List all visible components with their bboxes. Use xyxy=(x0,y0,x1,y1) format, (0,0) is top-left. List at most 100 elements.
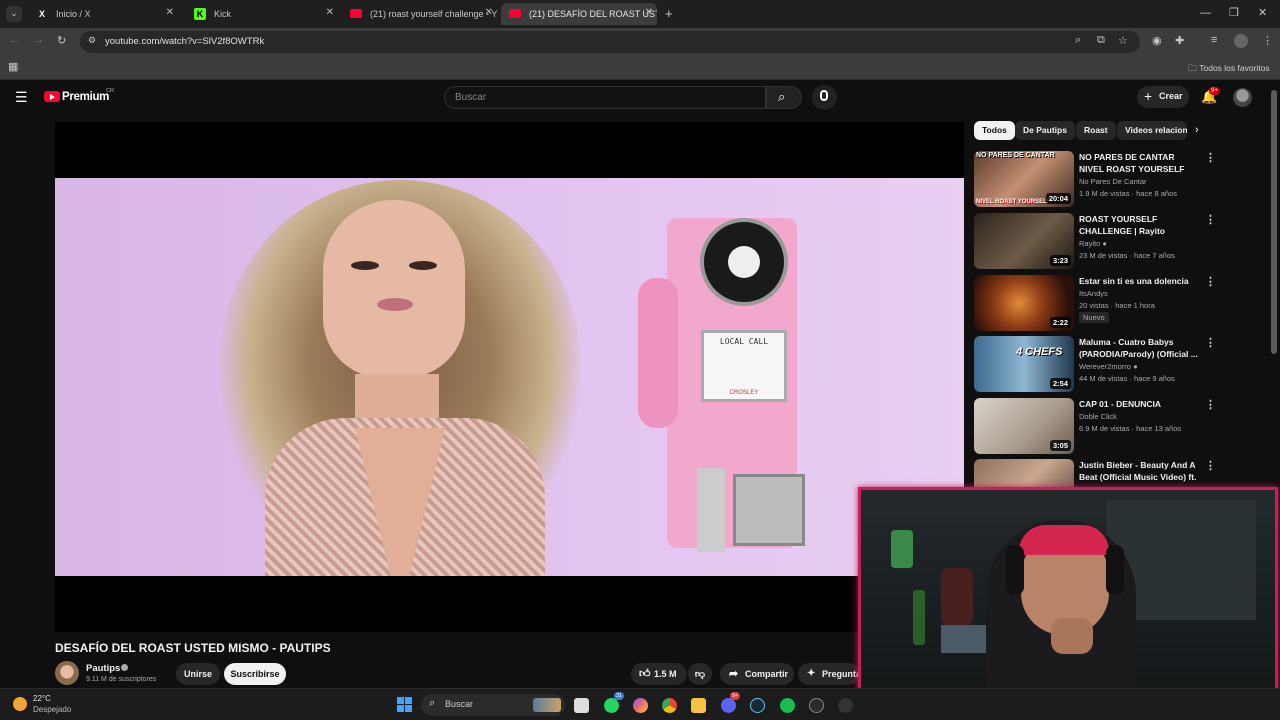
recommendation-item[interactable]: 4 CHEFS 2:54 Maluma - Cuatro Babys (PARO… xyxy=(974,336,1216,394)
steam-icon[interactable] xyxy=(750,698,765,713)
recommendation-item[interactable]: 2:22 Estar sin ti es una dolencia ItsAnd… xyxy=(974,275,1216,333)
page-scrollbar-thumb[interactable] xyxy=(1271,90,1277,354)
apps-grid-icon[interactable]: ▦ xyxy=(8,60,18,73)
restore-icon[interactable]: ❐ xyxy=(1229,6,1239,19)
app-icon[interactable] xyxy=(809,698,824,713)
chevron-right-icon[interactable]: › xyxy=(1195,124,1199,136)
profile-avatar[interactable] xyxy=(1234,34,1248,48)
tab-close-icon[interactable]: ✕ xyxy=(326,7,334,18)
more-options-icon[interactable]: ⋮ xyxy=(1205,213,1216,226)
recommendation-item[interactable]: Justin Bieber - Beauty And A Beat (Offic… xyxy=(974,459,1214,487)
video-thumbnail[interactable]: NO PARES DE CANTAR NIVEL ROAST YOURSELF … xyxy=(974,151,1074,207)
dislike-button[interactable]: 👎︎ xyxy=(688,663,712,685)
tab-desafio-active[interactable]: (21) DESAFÍO DEL ROAST USTE ✕ xyxy=(501,3,657,25)
recommendation-channel[interactable]: Werever2morro ● xyxy=(1079,362,1138,371)
share-button[interactable]: ➦ Compartir xyxy=(720,663,794,685)
recommendation-title[interactable]: NO PARES DE CANTAR NIVEL ROAST YOURSELF … xyxy=(1079,151,1201,175)
account-avatar[interactable] xyxy=(1233,88,1252,107)
recommendation-title[interactable]: ROAST YOURSELF CHALLENGE | Rayito xyxy=(1079,213,1201,237)
video-thumbnail[interactable] xyxy=(974,459,1074,487)
all-bookmarks-folder[interactable]: 🗀 Todos los favoritos xyxy=(1188,61,1270,77)
discord-icon[interactable] xyxy=(721,698,736,713)
premium-logo-text[interactable]: Premium xyxy=(62,91,109,103)
chrome-icon[interactable] xyxy=(662,698,677,713)
phone-handset xyxy=(638,278,678,428)
tab-kick[interactable]: K Kick ✕ xyxy=(186,3,338,25)
recommendation-title[interactable]: Maluma - Cuatro Babys (PARODIA/Parody) (… xyxy=(1079,336,1201,360)
zoom-icon[interactable]: ⌕ xyxy=(1075,34,1081,47)
video-thumbnail[interactable]: 4 CHEFS 2:54 xyxy=(974,336,1074,392)
recommendation-title[interactable]: Justin Bieber - Beauty And A Beat (Offic… xyxy=(1079,459,1201,483)
new-tab-plus-icon[interactable]: + xyxy=(665,6,673,21)
chip-de-pautips[interactable]: De Pautips xyxy=(1015,121,1075,140)
tab-roast-challenge[interactable]: (21) roast yourself challenge - Y ✕ xyxy=(342,3,497,25)
channel-name[interactable]: Pautips xyxy=(86,663,120,674)
recommendation-channel[interactable]: ItsAndys xyxy=(1079,289,1108,298)
video-thumbnail[interactable]: 3:23 xyxy=(974,213,1074,269)
copilot-icon[interactable] xyxy=(633,698,648,713)
create-button[interactable]: + Crear xyxy=(1137,86,1189,108)
youtube-logo-icon[interactable] xyxy=(44,91,60,102)
more-options-icon[interactable]: ⋮ xyxy=(1205,459,1214,472)
recommendation-channel[interactable]: No Pares De Cantar xyxy=(1079,177,1147,186)
ask-label: Pregunta xyxy=(822,669,860,679)
spotify-icon[interactable] xyxy=(780,698,795,713)
recommendation-channel[interactable]: Doble Click xyxy=(1079,412,1117,421)
recommendation-title[interactable]: Estar sin ti es una dolencia xyxy=(1079,275,1201,287)
hamburger-menu-icon[interactable]: ☰ xyxy=(15,89,28,106)
chip-roast[interactable]: Roast xyxy=(1076,121,1116,140)
video-player[interactable]: LOCAL CALL CROSLEY xyxy=(55,122,964,632)
tab-close-icon[interactable]: ✕ xyxy=(645,7,653,18)
app-icon[interactable] xyxy=(838,698,853,713)
search-input[interactable]: Buscar xyxy=(444,86,766,109)
file-explorer-icon[interactable] xyxy=(691,698,706,713)
weather-moon-icon[interactable] xyxy=(13,697,27,711)
recommendation-item[interactable]: 3:23 ROAST YOURSELF CHALLENGE | Rayito R… xyxy=(974,213,1216,271)
recommendation-item[interactable]: NO PARES DE CANTAR NIVEL ROAST YOURSELF … xyxy=(974,151,1216,209)
tab-search-chevron-icon[interactable]: ⌄ xyxy=(6,6,22,22)
install-app-icon[interactable]: ⧉ xyxy=(1097,34,1105,47)
like-button[interactable]: 👍︎ 1.5 M xyxy=(631,663,687,685)
more-options-icon[interactable]: ⋮ xyxy=(1205,398,1216,411)
whatsapp-icon[interactable] xyxy=(604,698,619,713)
reload-icon[interactable]: ↻ xyxy=(57,34,66,47)
microphone-icon xyxy=(820,90,828,101)
puzzle-extensions-icon[interactable]: ✚ xyxy=(1175,34,1184,47)
chip-todos[interactable]: Todos xyxy=(974,121,1015,140)
subscribe-button[interactable]: Suscribirse xyxy=(224,663,286,685)
back-arrow-icon[interactable]: ← xyxy=(9,34,20,46)
media-control-icon[interactable]: ≡ xyxy=(1211,34,1217,46)
tab-x[interactable]: X Inicio / X ✕ xyxy=(28,3,178,25)
recommendation-title[interactable]: CAP 01 - DENUNCIA xyxy=(1079,398,1201,410)
video-thumbnail[interactable]: 2:22 xyxy=(974,275,1074,331)
url-omnibox[interactable]: ⚙ youtube.com/watch?v=SlV2f8OWTRk ⌕ ⧉ ☆ xyxy=(80,31,1140,53)
search-button[interactable]: ⌕ xyxy=(766,86,802,109)
forward-arrow-icon[interactable]: → xyxy=(33,34,44,46)
browser-menu-icon[interactable]: ⋮ xyxy=(1262,34,1273,47)
recommendation-meta: 6.9 M de vistas · hace 13 años xyxy=(1079,424,1182,433)
windows-start-icon[interactable] xyxy=(397,697,412,712)
window-close-icon[interactable]: ✕ xyxy=(1258,6,1267,19)
tab-close-icon[interactable]: ✕ xyxy=(166,7,174,18)
recommendation-meta: 23 M de vistas · hace 7 años xyxy=(1079,251,1175,260)
join-button[interactable]: Unirse xyxy=(176,663,220,685)
channel-avatar[interactable] xyxy=(55,661,79,685)
video-thumbnail[interactable]: 3:05 xyxy=(974,398,1074,454)
weather-label[interactable]: Despejado xyxy=(33,705,71,714)
minimize-icon[interactable]: — xyxy=(1200,7,1211,19)
voice-search-button[interactable] xyxy=(812,85,837,110)
more-options-icon[interactable]: ⋮ xyxy=(1205,151,1216,164)
extension-icon[interactable]: ◉ xyxy=(1152,34,1162,47)
ask-button[interactable]: ✦ Pregunta xyxy=(798,663,860,685)
temperature[interactable]: 22°C xyxy=(33,694,51,703)
more-options-icon[interactable]: ⋮ xyxy=(1205,336,1216,349)
task-view-icon[interactable] xyxy=(574,698,589,713)
chip-videos-relacionados[interactable]: Videos relacion xyxy=(1117,121,1187,140)
recommendation-channel[interactable]: Rayito ● xyxy=(1079,239,1107,248)
tab-close-icon[interactable]: ✕ xyxy=(485,7,493,18)
taskbar-search[interactable]: ⌕ Buscar xyxy=(421,694,565,716)
site-settings-icon[interactable]: ⚙ xyxy=(88,35,96,46)
more-options-icon[interactable]: ⋮ xyxy=(1205,275,1216,288)
bookmark-star-icon[interactable]: ☆ xyxy=(1118,34,1128,47)
recommendation-item[interactable]: 3:05 CAP 01 - DENUNCIA Doble Click 6.9 M… xyxy=(974,398,1216,456)
